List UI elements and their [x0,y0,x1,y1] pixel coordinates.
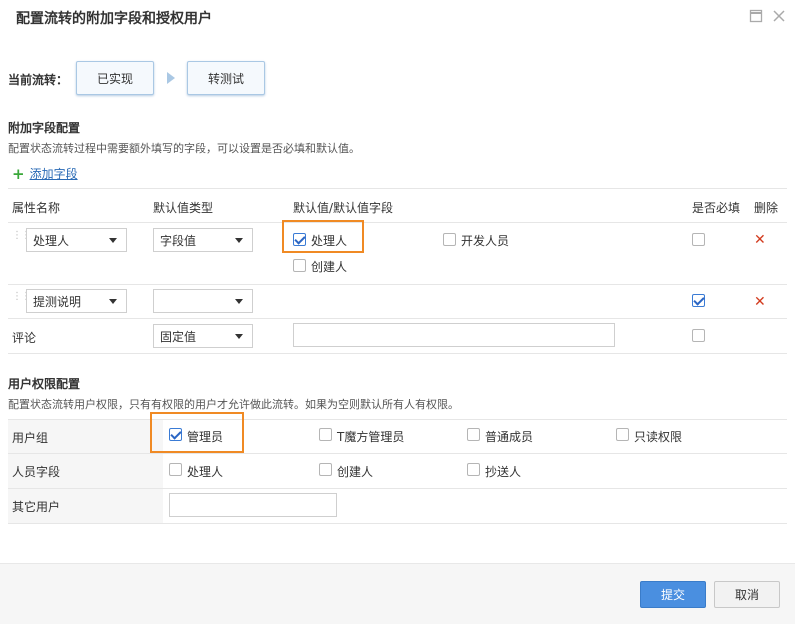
option-checkbox[interactable] [443,233,456,246]
person-field-option: 创建人 [337,465,374,479]
option-checkbox[interactable] [293,233,306,246]
default-type-select[interactable]: 固定值 [153,324,253,348]
row-border [8,284,787,285]
chevron-down-icon [235,334,243,339]
add-field-label: 添加字段 [29,167,78,181]
user-group-option: T魔方管理员 [337,430,405,444]
chevron-down-icon [235,238,243,243]
user-group-option: 管理员 [187,430,224,444]
field-name-select[interactable]: 提测说明 [26,289,127,313]
user-group-checkbox[interactable] [616,428,629,441]
perm-row-border [8,453,787,454]
perm-row-border [8,488,787,489]
delete-icon[interactable]: ✕ [754,232,766,248]
user-group-checkbox[interactable] [169,428,182,441]
user-group-option: 普通成员 [485,430,534,444]
chevron-down-icon [109,238,117,243]
default-value-input[interactable] [293,323,615,347]
add-field-link[interactable]: + 添加字段 [12,165,78,182]
user-group-label: 用户组 [12,431,49,445]
header-default-value: 默认值/默认值字段 [293,201,394,215]
user-group-checkbox[interactable] [467,428,480,441]
required-checkbox[interactable] [692,329,705,342]
close-icon[interactable] [772,9,786,23]
user-group-option: 只读权限 [634,430,683,444]
dialog-title: 配置流转的附加字段和授权用户 [16,11,212,27]
field-name-select[interactable]: 处理人 [26,228,127,252]
other-users-label: 其它用户 [12,500,61,514]
submit-button[interactable]: 提交 [640,581,706,608]
table-top-border [8,188,787,189]
current-flow-label: 当前流转： [8,73,69,87]
person-field-checkbox[interactable] [319,463,332,476]
fields-section-title: 附加字段配置 [8,121,81,135]
table-header-border [8,222,787,223]
delete-icon[interactable]: ✕ [754,294,766,310]
default-type-select[interactable] [153,289,253,313]
row-border [8,353,787,354]
perm-bottom-border [8,523,787,524]
person-field-option: 抄送人 [485,465,522,479]
header-default-type: 默认值类型 [153,201,214,215]
flow-from-state: 已实现 [76,61,154,95]
option-label: 开发人员 [461,234,510,248]
drag-handle-icon[interactable]: ⋮⋮ [12,231,31,247]
person-field-checkbox[interactable] [169,463,182,476]
permissions-section-description: 配置状态流转用户权限，只有有权限的用户才允许做此流转。如果为空则默认所有人有权限… [8,398,459,411]
person-field-option: 处理人 [187,465,224,479]
header-delete: 删除 [754,201,779,215]
user-group-checkbox[interactable] [319,428,332,441]
fields-section-description: 配置状态流转过程中需要额外填写的字段，可以设置是否必填和默认值。 [8,142,360,155]
required-checkbox[interactable] [692,233,705,246]
chevron-down-icon [109,299,117,304]
cancel-button[interactable]: 取消 [714,581,780,608]
option-label: 处理人 [311,234,348,248]
plus-icon: + [12,164,25,183]
flow-to-state: 转测试 [187,61,265,95]
option-checkbox[interactable] [293,259,306,272]
flow-arrow-icon [167,72,175,84]
drag-handle-icon[interactable]: ⋮⋮ [12,292,31,308]
field-name-text: 评论 [12,331,37,345]
field-name-value: 提测说明 [33,294,82,309]
person-field-label: 人员字段 [12,465,61,479]
default-type-value: 固定值 [160,329,197,344]
header-required: 是否必填 [692,201,741,215]
option-label: 创建人 [311,260,348,274]
other-users-input[interactable] [169,493,337,517]
permissions-section-title: 用户权限配置 [8,377,81,391]
required-checkbox[interactable] [692,294,705,307]
field-name-value: 处理人 [33,233,70,248]
default-type-value: 字段值 [160,233,197,248]
person-field-checkbox[interactable] [467,463,480,476]
header-name: 属性名称 [12,201,61,215]
default-type-select[interactable]: 字段值 [153,228,253,252]
chevron-down-icon [235,299,243,304]
maximize-icon[interactable] [749,9,763,23]
row-border [8,318,787,319]
